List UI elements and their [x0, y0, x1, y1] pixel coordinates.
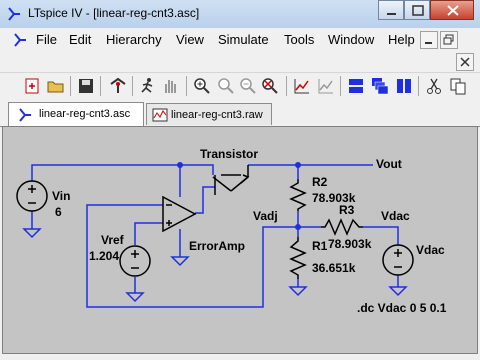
menu-tools[interactable]: Tools [284, 32, 314, 47]
control-panel-icon[interactable] [108, 76, 128, 96]
spice-directive[interactable]: .dc Vdac 0 5 0.1 [357, 301, 446, 315]
cut-icon[interactable] [424, 76, 444, 96]
mdi-minimize-button[interactable] [420, 31, 438, 49]
transistor-symbol[interactable] [212, 165, 250, 195]
toolbar-separator [100, 76, 101, 96]
vref-source-symbol[interactable] [119, 245, 151, 277]
r1-label: R1 [312, 239, 328, 253]
title-bar: LTspice IV - [linear-reg-cnt3.asc] [0, 0, 480, 28]
toolbar-separator [286, 76, 287, 96]
r3-value-label: 78.903k [328, 237, 372, 251]
plot-settings-icon[interactable] [292, 76, 312, 96]
halt-hand-icon[interactable] [160, 76, 180, 96]
tile-horizontal-icon[interactable] [346, 76, 366, 96]
menu-simulate[interactable]: Simulate [218, 32, 269, 47]
ground-symbol [22, 228, 42, 239]
r1-value-label: 36.651k [312, 261, 356, 275]
new-schematic-icon[interactable] [22, 76, 42, 96]
vdac-source-label: Vdac [416, 243, 445, 257]
vdac-net-label: Vdac [381, 209, 410, 223]
toolbar-separator [418, 76, 419, 96]
tile-vertical-icon[interactable] [394, 76, 414, 96]
tab-waveform[interactable]: linear-reg-cnt3.raw [146, 103, 272, 125]
wire-junctions [177, 162, 301, 230]
open-folder-icon[interactable] [46, 76, 66, 96]
schematic-canvas[interactable]: Transistor Vout Vin 6 R2 78.903k R3 Vadj… [2, 126, 478, 354]
minimize-button[interactable] [378, 0, 404, 20]
menu-file[interactable]: File [36, 32, 57, 47]
close-icon [447, 5, 459, 16]
pan-icon[interactable] [216, 76, 236, 96]
r2-resistor-symbol[interactable] [289, 179, 307, 211]
mdi-close-button[interactable] [456, 53, 474, 71]
menu-help[interactable]: Help [388, 32, 415, 47]
toolbar-separator [340, 76, 341, 96]
toolbar-separator [70, 76, 71, 96]
toolbar [0, 72, 480, 99]
menu-view[interactable]: View [176, 32, 204, 47]
zoom-out-icon[interactable] [238, 76, 258, 96]
tab-label: linear-reg-cnt3.asc [39, 108, 131, 120]
schematic-icon [19, 108, 31, 122]
maximize-button[interactable] [404, 0, 430, 20]
minimize-icon [425, 42, 432, 44]
minimize-icon [387, 13, 396, 15]
tab-label: linear-reg-cnt3.raw [171, 109, 263, 121]
ground-symbol [388, 286, 408, 297]
r3-label: R3 [339, 203, 355, 217]
ltspice-app-icon[interactable] [6, 6, 22, 22]
toolbar-separator [132, 76, 133, 96]
vref-label: Vref [101, 233, 124, 247]
vin-label: Vin [52, 189, 71, 203]
close-button[interactable] [430, 0, 474, 20]
tab-schematic[interactable]: linear-reg-cnt3.asc [8, 102, 144, 126]
mdi-restore-button[interactable] [440, 31, 458, 49]
menu-edit[interactable]: Edit [69, 32, 91, 47]
r3-resistor-symbol[interactable] [321, 218, 363, 236]
run-icon[interactable] [138, 76, 158, 96]
junction-dot [295, 162, 301, 168]
restore-icon [443, 34, 454, 45]
autorange-icon[interactable] [316, 76, 336, 96]
zoom-fit-icon[interactable] [260, 76, 280, 96]
cascade-icon[interactable] [370, 76, 390, 96]
menu-hierarchy[interactable]: Hierarchy [106, 32, 162, 47]
vin-source-symbol[interactable] [16, 180, 48, 212]
document-tabs: linear-reg-cnt3.asc linear-reg-cnt3.raw [0, 100, 480, 127]
menu-bar: File Edit Hierarchy View Simulate Tools … [0, 28, 480, 52]
ground-symbol [125, 292, 145, 303]
junction-dot [295, 224, 301, 230]
waveform-icon [152, 108, 168, 122]
vadj-label: Vadj [253, 209, 278, 223]
copy-icon[interactable] [448, 76, 468, 96]
erroramp-symbol[interactable] [162, 195, 197, 233]
transistor-label: Transistor [200, 147, 259, 161]
window-title: LTspice IV - [linear-reg-cnt3.asc] [28, 6, 200, 20]
erroramp-label: ErrorAmp [189, 239, 246, 253]
close-icon [460, 57, 470, 67]
vdac-source-symbol[interactable] [382, 244, 414, 276]
ground-symbol [288, 286, 308, 297]
vout-label: Vout [376, 157, 402, 171]
r2-label: R2 [312, 175, 328, 189]
vin-value-label: 6 [55, 205, 62, 219]
save-icon[interactable] [76, 76, 96, 96]
document-icon[interactable] [12, 32, 28, 48]
maximize-icon [412, 5, 424, 16]
zoom-in-icon[interactable] [192, 76, 212, 96]
toolbar-separator [186, 76, 187, 96]
vref-value-label: 1.204 [89, 249, 120, 263]
r1-resistor-symbol[interactable] [289, 237, 307, 279]
menu-window[interactable]: Window [328, 32, 374, 47]
ground-symbol [170, 256, 190, 267]
